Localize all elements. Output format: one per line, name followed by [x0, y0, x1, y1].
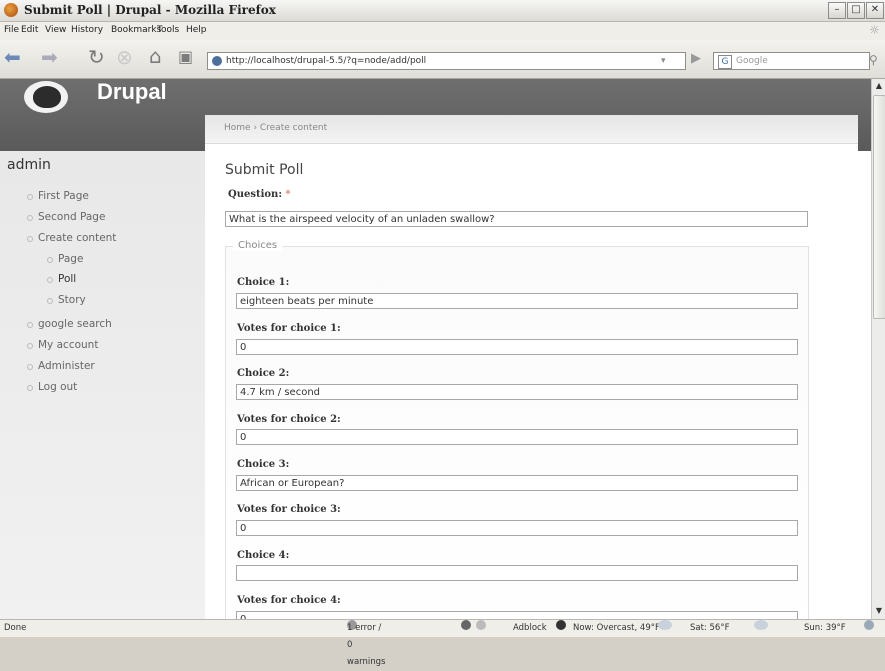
search-input[interactable]: G Google	[713, 52, 870, 70]
choice-4-field[interactable]	[236, 565, 798, 581]
menu-view[interactable]: View	[45, 25, 66, 35]
bullet-icon	[27, 236, 33, 242]
weather-sun[interactable]: Sun: 39°F	[804, 620, 846, 637]
stop-icon[interactable]: ⊗	[116, 46, 133, 68]
weather-now[interactable]: Now: Overcast, 49°F	[573, 620, 660, 637]
menubar: File Edit View History Bookmarks Tools H…	[0, 22, 885, 40]
back-button[interactable]: ⬅	[4, 46, 21, 68]
votes-3-field[interactable]: 0	[236, 520, 798, 536]
sidebar-item-log-out[interactable]: Log out	[27, 381, 77, 393]
status-bar: Done 1 error / 0 warnings Adblock Now: O…	[0, 619, 885, 667]
new-tab-icon[interactable]: ▣	[178, 46, 193, 68]
minimize-button[interactable]: –	[828, 2, 846, 19]
votes-4-label: Votes for choice 4:	[237, 595, 341, 606]
menu-edit[interactable]: Edit	[21, 25, 38, 35]
throbber-icon: ☼	[869, 23, 880, 37]
go-button[interactable]: ▶	[691, 48, 701, 70]
choices-legend[interactable]: Choices	[233, 240, 283, 251]
forward-button[interactable]: ➡	[41, 46, 58, 68]
bullet-icon	[47, 298, 53, 304]
close-button[interactable]: ✕	[866, 2, 884, 19]
votes-4-field[interactable]: 0	[236, 611, 798, 619]
window-titlebar: Submit Poll | Drupal - Mozilla Firefox –…	[0, 0, 885, 22]
maximize-button[interactable]: □	[847, 2, 865, 19]
site-favicon-icon	[212, 56, 222, 66]
bullet-icon	[27, 364, 33, 370]
choice-4-label: Choice 4:	[237, 550, 290, 561]
choice-1-label: Choice 1:	[237, 277, 290, 288]
choice-2-field[interactable]: 4.7 km / second	[236, 384, 798, 400]
google-engine-icon[interactable]: G	[718, 55, 732, 69]
choice-3-field[interactable]: African or European?	[236, 475, 798, 491]
site-name[interactable]: Drupal	[97, 79, 167, 105]
sidebar-item-first-page[interactable]: First Page	[27, 190, 89, 202]
search-placeholder: Google	[736, 56, 768, 66]
window-title: Submit Poll | Drupal - Mozilla Firefox	[24, 3, 276, 17]
bullet-icon	[27, 194, 33, 200]
sidebar-item-my-account[interactable]: My account	[27, 339, 98, 351]
scrollbar-thumb[interactable]	[873, 95, 885, 319]
sidebar-item-second-page[interactable]: Second Page	[27, 211, 105, 223]
bullet-icon	[27, 343, 33, 349]
menu-bookmarks[interactable]: Bookmarks	[111, 25, 161, 35]
drupal-logo-icon	[24, 81, 68, 113]
firefox-icon	[4, 3, 18, 17]
scroll-down-icon[interactable]: ▼	[873, 605, 885, 617]
sidebar-item-page[interactable]: Page	[47, 253, 83, 265]
bullet-icon	[27, 322, 33, 328]
votes-2-field[interactable]: 0	[236, 429, 798, 445]
sidebar: admin First Page Second Page Create cont…	[0, 151, 205, 619]
sidebar-item-story[interactable]: Story	[47, 294, 86, 306]
adblock-status[interactable]: Adblock	[513, 620, 547, 637]
sidebar-item-poll[interactable]: Poll	[47, 273, 76, 285]
question-field[interactable]: What is the airspeed velocity of an unla…	[225, 211, 808, 227]
menu-file[interactable]: File	[4, 25, 19, 35]
sidebar-item-administer[interactable]: Administer	[27, 360, 95, 372]
status-text: Done	[4, 623, 27, 633]
page-viewport: Drupal admin First Page Second Page Crea…	[0, 79, 871, 619]
menu-tools[interactable]: Tools	[157, 25, 179, 35]
menu-history[interactable]: History	[71, 25, 103, 35]
url-bar[interactable]: http://localhost/drupal-5.5/?q=node/add/…	[207, 52, 686, 70]
question-label: Question: *	[228, 189, 291, 200]
bullet-icon	[47, 257, 53, 263]
votes-1-label: Votes for choice 1:	[237, 323, 341, 334]
bullet-icon	[27, 385, 33, 391]
sidebar-title: admin	[7, 157, 51, 173]
sidebar-item-google-search[interactable]: google search	[27, 318, 112, 330]
breadcrumb-bar: Home › Create content	[205, 115, 858, 144]
votes-2-label: Votes for choice 2:	[237, 414, 341, 425]
required-marker: *	[285, 189, 291, 200]
url-text: http://localhost/drupal-5.5/?q=node/add/…	[226, 56, 427, 66]
search-icon[interactable]: ⚲	[869, 49, 878, 71]
weather-sat[interactable]: Sat: 56°F	[690, 620, 729, 637]
breadcrumb[interactable]: Home › Create content	[224, 123, 327, 133]
votes-3-label: Votes for choice 3:	[237, 504, 341, 515]
menu-help[interactable]: Help	[186, 25, 207, 35]
home-icon[interactable]: ⌂	[149, 45, 162, 67]
url-dropdown-icon[interactable]: ▾	[661, 53, 666, 69]
choice-3-label: Choice 3:	[237, 459, 290, 470]
reload-icon[interactable]: ↻	[88, 46, 105, 68]
scroll-up-icon[interactable]: ▲	[873, 80, 885, 92]
vertical-scrollbar[interactable]: ▲ ▼	[871, 79, 885, 619]
bullet-icon	[47, 277, 53, 283]
bullet-icon	[27, 215, 33, 221]
sidebar-item-create-content[interactable]: Create content	[27, 232, 116, 244]
choice-2-label: Choice 2:	[237, 368, 290, 379]
choice-1-field[interactable]: eighteen beats per minute	[236, 293, 798, 309]
page-title: Submit Poll	[225, 162, 304, 178]
votes-1-field[interactable]: 0	[236, 339, 798, 355]
